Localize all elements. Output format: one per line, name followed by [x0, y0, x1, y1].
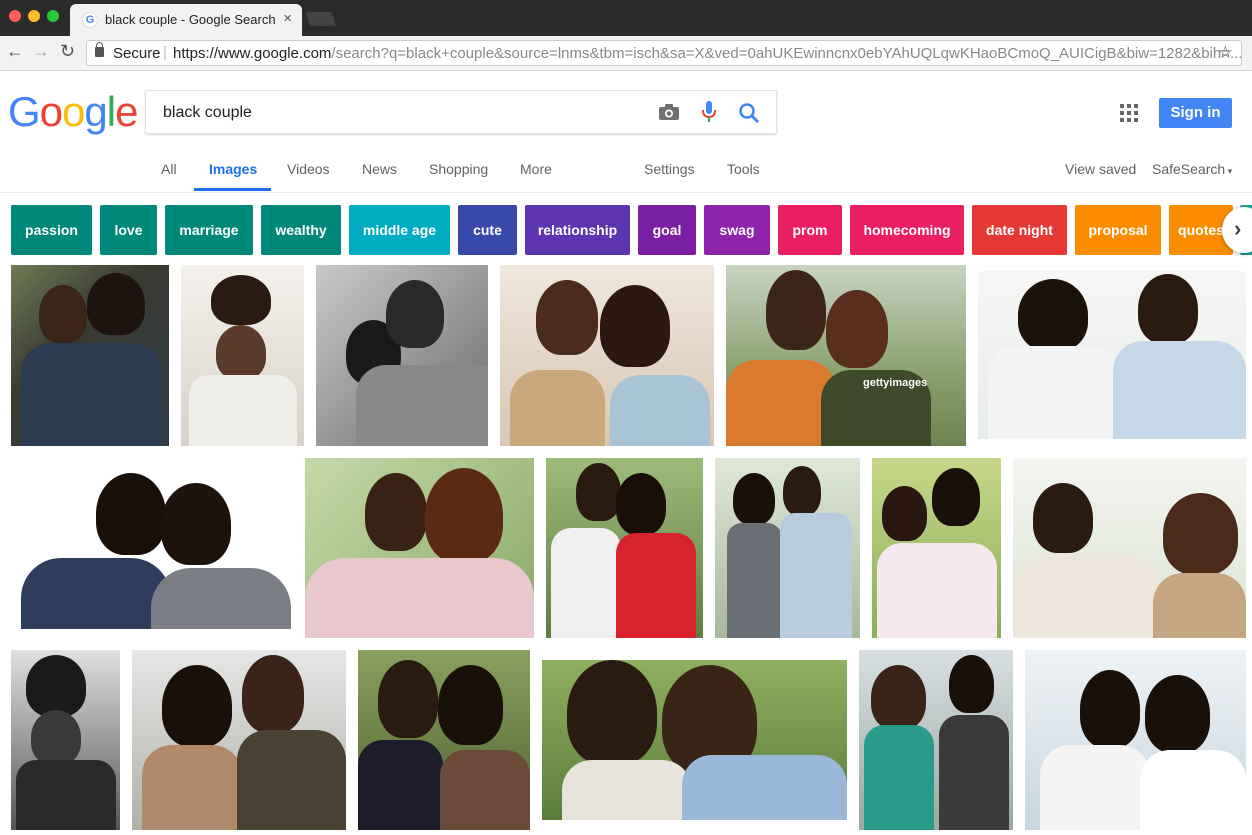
- bookmark-star-icon[interactable]: ☆: [1218, 43, 1233, 63]
- camera-icon[interactable]: [659, 104, 679, 120]
- chip-passion[interactable]: passion: [11, 205, 92, 255]
- safesearch-menu[interactable]: SafeSearch ▾: [1152, 161, 1232, 177]
- address-bar: ← → ↻ Secure | https://www.google.com/se…: [0, 36, 1252, 71]
- tab-shopping[interactable]: Shopping: [429, 161, 488, 177]
- image-result[interactable]: [546, 458, 703, 638]
- secure-label: Secure: [113, 45, 161, 62]
- url-separator: |: [163, 44, 167, 61]
- tab-videos[interactable]: Videos: [287, 161, 330, 177]
- image-result[interactable]: [358, 650, 530, 830]
- image-result[interactable]: [1025, 650, 1246, 830]
- chip-marriage[interactable]: marriage: [165, 205, 253, 255]
- chip-proposal[interactable]: proposal: [1075, 205, 1161, 255]
- maximize-window-button[interactable]: [47, 10, 59, 22]
- tab-tools[interactable]: Tools: [727, 161, 760, 177]
- chip-swag[interactable]: swag: [704, 205, 770, 255]
- image-result[interactable]: [542, 660, 847, 820]
- chip-cute[interactable]: cute: [458, 205, 517, 255]
- image-result[interactable]: [859, 650, 1013, 830]
- tab-title: black couple - Google Search: [105, 12, 276, 27]
- minimize-window-button[interactable]: [28, 10, 40, 22]
- search-icon[interactable]: [738, 102, 760, 124]
- close-window-button[interactable]: [9, 10, 21, 22]
- image-result[interactable]: [316, 265, 488, 446]
- chevron-right-icon: ›: [1234, 216, 1242, 241]
- url-field[interactable]: Secure | https://www.google.com/search?q…: [86, 40, 1243, 66]
- logo-letter: e: [115, 88, 138, 135]
- safesearch-label: SafeSearch: [1152, 161, 1226, 177]
- image-result[interactable]: [500, 265, 714, 446]
- apps-grid-icon[interactable]: [1120, 104, 1138, 122]
- view-saved-link[interactable]: View saved: [1065, 161, 1136, 177]
- logo-letter: g: [84, 88, 107, 135]
- new-tab-button[interactable]: [305, 12, 337, 26]
- browser-titlebar: G black couple - Google Search ×: [0, 0, 1252, 36]
- chip-goal[interactable]: goal: [638, 205, 696, 255]
- image-result[interactable]: [978, 271, 1246, 439]
- url-host: https://www.google.com: [173, 45, 332, 62]
- back-arrow-icon[interactable]: ←: [6, 41, 24, 62]
- url-path: /search?q=black+couple&source=lnms&tbm=i…: [331, 45, 1243, 62]
- tab-more[interactable]: More: [520, 161, 552, 177]
- chip-homecoming[interactable]: homecoming: [850, 205, 964, 255]
- browser-tab[interactable]: G black couple - Google Search ×: [70, 4, 302, 36]
- search-input[interactable]: [161, 103, 645, 123]
- image-result[interactable]: [11, 650, 120, 830]
- chip-date-night[interactable]: date night: [972, 205, 1067, 255]
- tab-images[interactable]: Images: [209, 161, 257, 177]
- image-result[interactable]: [132, 650, 346, 830]
- chevron-down-icon: ▾: [1225, 166, 1233, 176]
- image-result[interactable]: [11, 265, 169, 446]
- image-result[interactable]: [305, 458, 534, 638]
- search-box: [145, 90, 777, 134]
- getty-watermark: gettyimages: [863, 377, 928, 389]
- logo-letter: G: [8, 88, 41, 135]
- active-tab-indicator: [194, 188, 271, 191]
- reload-icon[interactable]: ↻: [60, 41, 75, 62]
- image-result[interactable]: [1013, 458, 1246, 638]
- lock-icon: [95, 42, 104, 57]
- logo-letter: l: [106, 88, 116, 135]
- logo-letter: o: [39, 88, 63, 135]
- google-logo[interactable]: Google: [8, 88, 138, 136]
- search-tabs: All Images Videos News Shopping More Set…: [0, 150, 1252, 193]
- related-search-chips: passion love marriage wealthy middle age…: [0, 205, 1252, 255]
- tab-settings[interactable]: Settings: [644, 161, 695, 177]
- url-text[interactable]: https://www.google.com/search?q=black+co…: [173, 45, 1243, 62]
- image-result[interactable]: gettyimages: [726, 265, 966, 446]
- chip-relationship[interactable]: relationship: [525, 205, 630, 255]
- image-result[interactable]: [11, 458, 293, 629]
- google-favicon-icon: G: [82, 12, 98, 28]
- tab-all[interactable]: All: [161, 161, 177, 177]
- microphone-icon[interactable]: [702, 101, 716, 123]
- chip-prom[interactable]: prom: [778, 205, 842, 255]
- forward-arrow-icon[interactable]: →: [32, 41, 50, 62]
- image-result[interactable]: [715, 458, 860, 638]
- logo-letter: o: [62, 88, 85, 135]
- image-result[interactable]: [181, 265, 304, 446]
- tab-news[interactable]: News: [362, 161, 397, 177]
- sign-in-button[interactable]: Sign in: [1159, 98, 1232, 128]
- chip-love[interactable]: love: [100, 205, 157, 255]
- tab-close-icon[interactable]: ×: [283, 10, 292, 27]
- chip-middle-age[interactable]: middle age: [349, 205, 450, 255]
- chip-wealthy[interactable]: wealthy: [261, 205, 341, 255]
- image-result[interactable]: [872, 458, 1001, 638]
